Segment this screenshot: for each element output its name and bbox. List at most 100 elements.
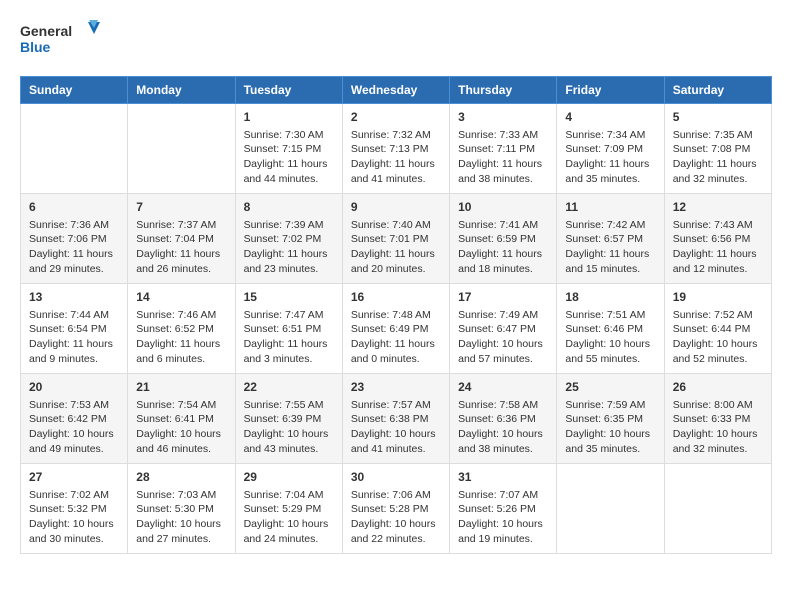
- calendar-cell: 14Sunrise: 7:46 AMSunset: 6:52 PMDayligh…: [128, 284, 235, 374]
- cell-line: Sunrise: 7:47 AM: [244, 308, 334, 323]
- calendar-cell: 7Sunrise: 7:37 AMSunset: 7:04 PMDaylight…: [128, 194, 235, 284]
- cell-line: Sunset: 6:42 PM: [29, 412, 119, 427]
- cell-line: Daylight: 10 hours: [458, 517, 548, 532]
- weekday-header: Sunday: [21, 77, 128, 104]
- cell-line: Sunrise: 7:02 AM: [29, 488, 119, 503]
- cell-line: and 3 minutes.: [244, 352, 334, 367]
- day-number: 29: [244, 469, 334, 486]
- cell-line: and 43 minutes.: [244, 442, 334, 457]
- calendar-cell: 3Sunrise: 7:33 AMSunset: 7:11 PMDaylight…: [450, 104, 557, 194]
- cell-line: Daylight: 10 hours: [565, 337, 655, 352]
- cell-line: Daylight: 11 hours: [351, 337, 441, 352]
- calendar-cell: [664, 464, 771, 554]
- cell-line: and 32 minutes.: [673, 442, 763, 457]
- cell-line: Daylight: 11 hours: [136, 337, 226, 352]
- cell-line: Daylight: 11 hours: [29, 247, 119, 262]
- day-number: 25: [565, 379, 655, 396]
- cell-line: Sunset: 7:11 PM: [458, 142, 548, 157]
- cell-line: Sunrise: 7:48 AM: [351, 308, 441, 323]
- cell-line: and 22 minutes.: [351, 532, 441, 547]
- day-number: 10: [458, 199, 548, 216]
- cell-line: Daylight: 10 hours: [136, 517, 226, 532]
- cell-line: Sunrise: 7:53 AM: [29, 398, 119, 413]
- calendar-table: SundayMondayTuesdayWednesdayThursdayFrid…: [20, 76, 772, 554]
- calendar-cell: 1Sunrise: 7:30 AMSunset: 7:15 PMDaylight…: [235, 104, 342, 194]
- cell-line: Daylight: 10 hours: [244, 427, 334, 442]
- cell-line: and 23 minutes.: [244, 262, 334, 277]
- cell-line: Daylight: 11 hours: [351, 247, 441, 262]
- calendar-cell: 2Sunrise: 7:32 AMSunset: 7:13 PMDaylight…: [342, 104, 449, 194]
- cell-line: Sunrise: 7:40 AM: [351, 218, 441, 233]
- cell-line: Sunset: 5:26 PM: [458, 502, 548, 517]
- cell-line: Daylight: 10 hours: [244, 517, 334, 532]
- cell-line: Daylight: 10 hours: [673, 337, 763, 352]
- cell-line: Sunset: 6:51 PM: [244, 322, 334, 337]
- calendar-week-row: 1Sunrise: 7:30 AMSunset: 7:15 PMDaylight…: [21, 104, 772, 194]
- day-number: 24: [458, 379, 548, 396]
- calendar-cell: [557, 464, 664, 554]
- day-number: 14: [136, 289, 226, 306]
- calendar-week-row: 20Sunrise: 7:53 AMSunset: 6:42 PMDayligh…: [21, 374, 772, 464]
- cell-line: Sunrise: 7:57 AM: [351, 398, 441, 413]
- cell-line: Sunset: 6:39 PM: [244, 412, 334, 427]
- calendar-week-row: 27Sunrise: 7:02 AMSunset: 5:32 PMDayligh…: [21, 464, 772, 554]
- cell-line: and 0 minutes.: [351, 352, 441, 367]
- calendar-cell: 22Sunrise: 7:55 AMSunset: 6:39 PMDayligh…: [235, 374, 342, 464]
- calendar-cell: 25Sunrise: 7:59 AMSunset: 6:35 PMDayligh…: [557, 374, 664, 464]
- logo-icon: General Blue: [20, 20, 100, 60]
- cell-line: Daylight: 11 hours: [673, 157, 763, 172]
- calendar-cell: [128, 104, 235, 194]
- day-number: 2: [351, 109, 441, 126]
- cell-line: Sunset: 6:46 PM: [565, 322, 655, 337]
- calendar-cell: 23 Sunrise: 7:57 AMSunset: 6:38 PMDayligh…: [342, 374, 449, 464]
- cell-line: Sunset: 6:59 PM: [458, 232, 548, 247]
- day-number: 4: [565, 109, 655, 126]
- cell-line: Daylight: 11 hours: [565, 157, 655, 172]
- day-number: 23: [351, 379, 441, 396]
- weekday-header: Monday: [128, 77, 235, 104]
- cell-line: and 41 minutes.: [351, 442, 441, 457]
- cell-line: Daylight: 10 hours: [458, 337, 548, 352]
- cell-line: and 18 minutes.: [458, 262, 548, 277]
- calendar-week-row: 13Sunrise: 7:44 AMSunset: 6:54 PMDayligh…: [21, 284, 772, 374]
- calendar-cell: 4Sunrise: 7:34 AMSunset: 7:09 PMDaylight…: [557, 104, 664, 194]
- cell-line: Sunset: 7:02 PM: [244, 232, 334, 247]
- cell-line: Sunset: 6:38 PM: [351, 412, 441, 427]
- weekday-header: Wednesday: [342, 77, 449, 104]
- cell-line: Daylight: 10 hours: [351, 517, 441, 532]
- calendar-cell: 28Sunrise: 7:03 AMSunset: 5:30 PMDayligh…: [128, 464, 235, 554]
- weekday-header: Saturday: [664, 77, 771, 104]
- cell-line: Daylight: 10 hours: [351, 427, 441, 442]
- cell-line: Daylight: 10 hours: [29, 427, 119, 442]
- day-number: 16: [351, 289, 441, 306]
- cell-line: Sunrise: 7:33 AM: [458, 128, 548, 143]
- cell-line: Sunset: 7:13 PM: [351, 142, 441, 157]
- calendar-cell: 20Sunrise: 7:53 AMSunset: 6:42 PMDayligh…: [21, 374, 128, 464]
- cell-line: Sunset: 5:30 PM: [136, 502, 226, 517]
- calendar-cell: 10Sunrise: 7:41 AMSunset: 6:59 PMDayligh…: [450, 194, 557, 284]
- cell-line: Daylight: 11 hours: [458, 157, 548, 172]
- cell-line: Sunset: 7:08 PM: [673, 142, 763, 157]
- cell-line: Daylight: 10 hours: [565, 427, 655, 442]
- calendar-cell: 19Sunrise: 7:52 AMSunset: 6:44 PMDayligh…: [664, 284, 771, 374]
- cell-line: Sunrise: 7:42 AM: [565, 218, 655, 233]
- cell-line: Daylight: 10 hours: [458, 427, 548, 442]
- calendar-cell: 31Sunrise: 7:07 AMSunset: 5:26 PMDayligh…: [450, 464, 557, 554]
- cell-line: Sunset: 6:36 PM: [458, 412, 548, 427]
- cell-line: and 12 minutes.: [673, 262, 763, 277]
- cell-line: Sunset: 6:56 PM: [673, 232, 763, 247]
- cell-line: Daylight: 11 hours: [244, 247, 334, 262]
- cell-line: Sunrise: 7:04 AM: [244, 488, 334, 503]
- day-number: 8: [244, 199, 334, 216]
- svg-text:General: General: [20, 23, 72, 39]
- logo: General Blue: [20, 20, 100, 60]
- cell-line: Sunset: 7:06 PM: [29, 232, 119, 247]
- day-number: 7: [136, 199, 226, 216]
- calendar-cell: 30Sunrise: 7:06 AMSunset: 5:28 PMDayligh…: [342, 464, 449, 554]
- cell-line: Sunset: 7:09 PM: [565, 142, 655, 157]
- cell-line: Daylight: 10 hours: [29, 517, 119, 532]
- day-number: 30: [351, 469, 441, 486]
- cell-line: Sunrise: 7:06 AM: [351, 488, 441, 503]
- cell-line: Daylight: 11 hours: [565, 247, 655, 262]
- day-number: 26: [673, 379, 763, 396]
